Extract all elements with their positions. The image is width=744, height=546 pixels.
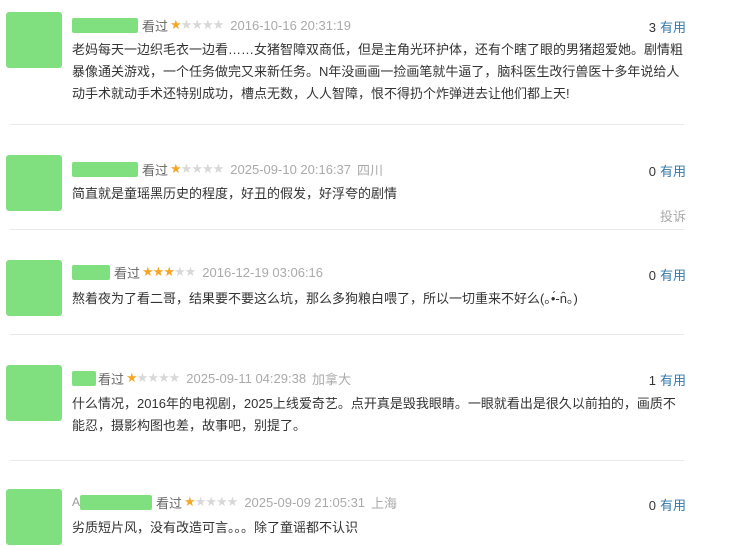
star-empty-icon: ★ [191,17,203,32]
useful-button[interactable]: 有用 [660,164,686,179]
star-filled-icon: ★ [152,264,165,279]
watched-label: 看过 [114,265,141,281]
star-empty-icon: ★ [216,494,228,509]
useful-button[interactable]: 有用 [660,498,686,513]
watched-label: 看过 [142,18,169,34]
star-empty-icon: ★ [191,161,203,176]
vote-count: 0 有用 [649,495,686,514]
review-content: 简直就是童瑶黑历史的程度，好丑的假发，好浮夸的剧情 [72,186,398,201]
review-time: 2016-10-16 20:31:19 [230,17,352,33]
star-empty-icon: ★ [201,17,214,32]
rating-stars: ★★★★★ [170,17,225,33]
rating-stars: ★★★★★ [142,264,197,280]
vote-number: 1 [648,373,656,388]
review-content: 熬着夜为了看二哥，结果要不要这么坑，那么多狗粮白喂了，所以一切重来不好么(｡•́… [72,291,578,306]
report-button[interactable]: 投诉 [660,206,686,225]
vote-number: 0 [648,498,656,513]
watched-label: 看过 [98,371,125,387]
username[interactable] [72,264,110,280]
vote-count: 1 有用 [649,370,686,389]
star-filled-icon: ★ [170,17,182,32]
avatar[interactable] [6,155,62,211]
vote-number: 3 [648,20,656,35]
rating-stars: ★★★★★ [184,494,239,510]
review-content: 老妈每天一边织毛衣一边看……女猪智障双商低，但是主角光环护体，还有个瞎了眼的男猪… [72,42,684,101]
review-time: 2016-12-19 03:06:16 [202,264,324,280]
watched-label: 看过 [156,495,183,511]
review-location: 加拿大 [312,371,352,387]
review-location: 四川 [357,162,384,178]
useful-button[interactable]: 有用 [660,373,686,388]
review-content: 什么情况，2016年的电视剧，2025上线爱奇艺。点开真是毁我眼睛。一眼就看出是… [72,396,676,433]
star-empty-icon: ★ [194,494,207,509]
star-filled-icon: ★ [163,264,175,279]
review-content: 劣质短片风，没有改造可言。。。除了童谣都不认识 [72,520,359,535]
rating-stars: ★★★★★ [170,161,225,177]
star-empty-icon: ★ [180,17,193,32]
star-empty-icon: ★ [205,494,217,509]
avatar[interactable] [6,365,62,421]
review-time: 2025-09-09 21:05:31 [244,494,366,510]
star-empty-icon: ★ [201,161,214,176]
rating-stars: ★★★★★ [126,370,181,386]
review-time: 2025-09-11 04:29:38 [186,370,307,386]
star-empty-icon: ★ [226,494,239,509]
divider [10,229,684,230]
star-empty-icon: ★ [173,264,186,279]
star-empty-icon: ★ [212,17,225,32]
username[interactable] [72,161,138,177]
avatar[interactable] [6,12,62,68]
star-empty-icon: ★ [184,264,197,279]
star-empty-icon: ★ [157,370,170,385]
star-filled-icon: ★ [170,161,182,176]
vote-number: 0 [648,164,656,179]
avatar[interactable] [6,260,62,316]
star-empty-icon: ★ [136,370,149,385]
useful-button[interactable]: 有用 [660,268,686,283]
star-empty-icon: ★ [212,161,225,176]
username[interactable] [72,17,138,33]
useful-button[interactable]: 有用 [660,20,686,35]
star-filled-icon: ★ [126,370,138,385]
star-filled-icon: ★ [184,494,196,509]
divider [10,334,684,335]
avatar[interactable] [6,489,62,545]
review-time: 2025-09-10 20:16:37 [230,161,352,177]
username[interactable] [80,494,153,510]
review-list: 看过 ★★★★★ 2016-10-16 20:31:19 3 有用 老妈每天一边织… [0,0,744,546]
star-empty-icon: ★ [147,370,159,385]
vote-count: 0 有用 [649,161,686,180]
star-empty-icon: ★ [180,161,193,176]
vote-number: 0 [648,268,656,283]
review-location: 上海 [371,495,398,511]
star-filled-icon: ★ [142,264,154,279]
divider [10,124,684,125]
username-prefix: A [72,495,81,509]
vote-count: 0 有用 [649,265,686,284]
star-empty-icon: ★ [168,370,181,385]
watched-label: 看过 [142,162,169,178]
vote-count: 3 有用 [649,17,686,36]
divider [10,460,684,461]
username[interactable] [72,370,96,386]
